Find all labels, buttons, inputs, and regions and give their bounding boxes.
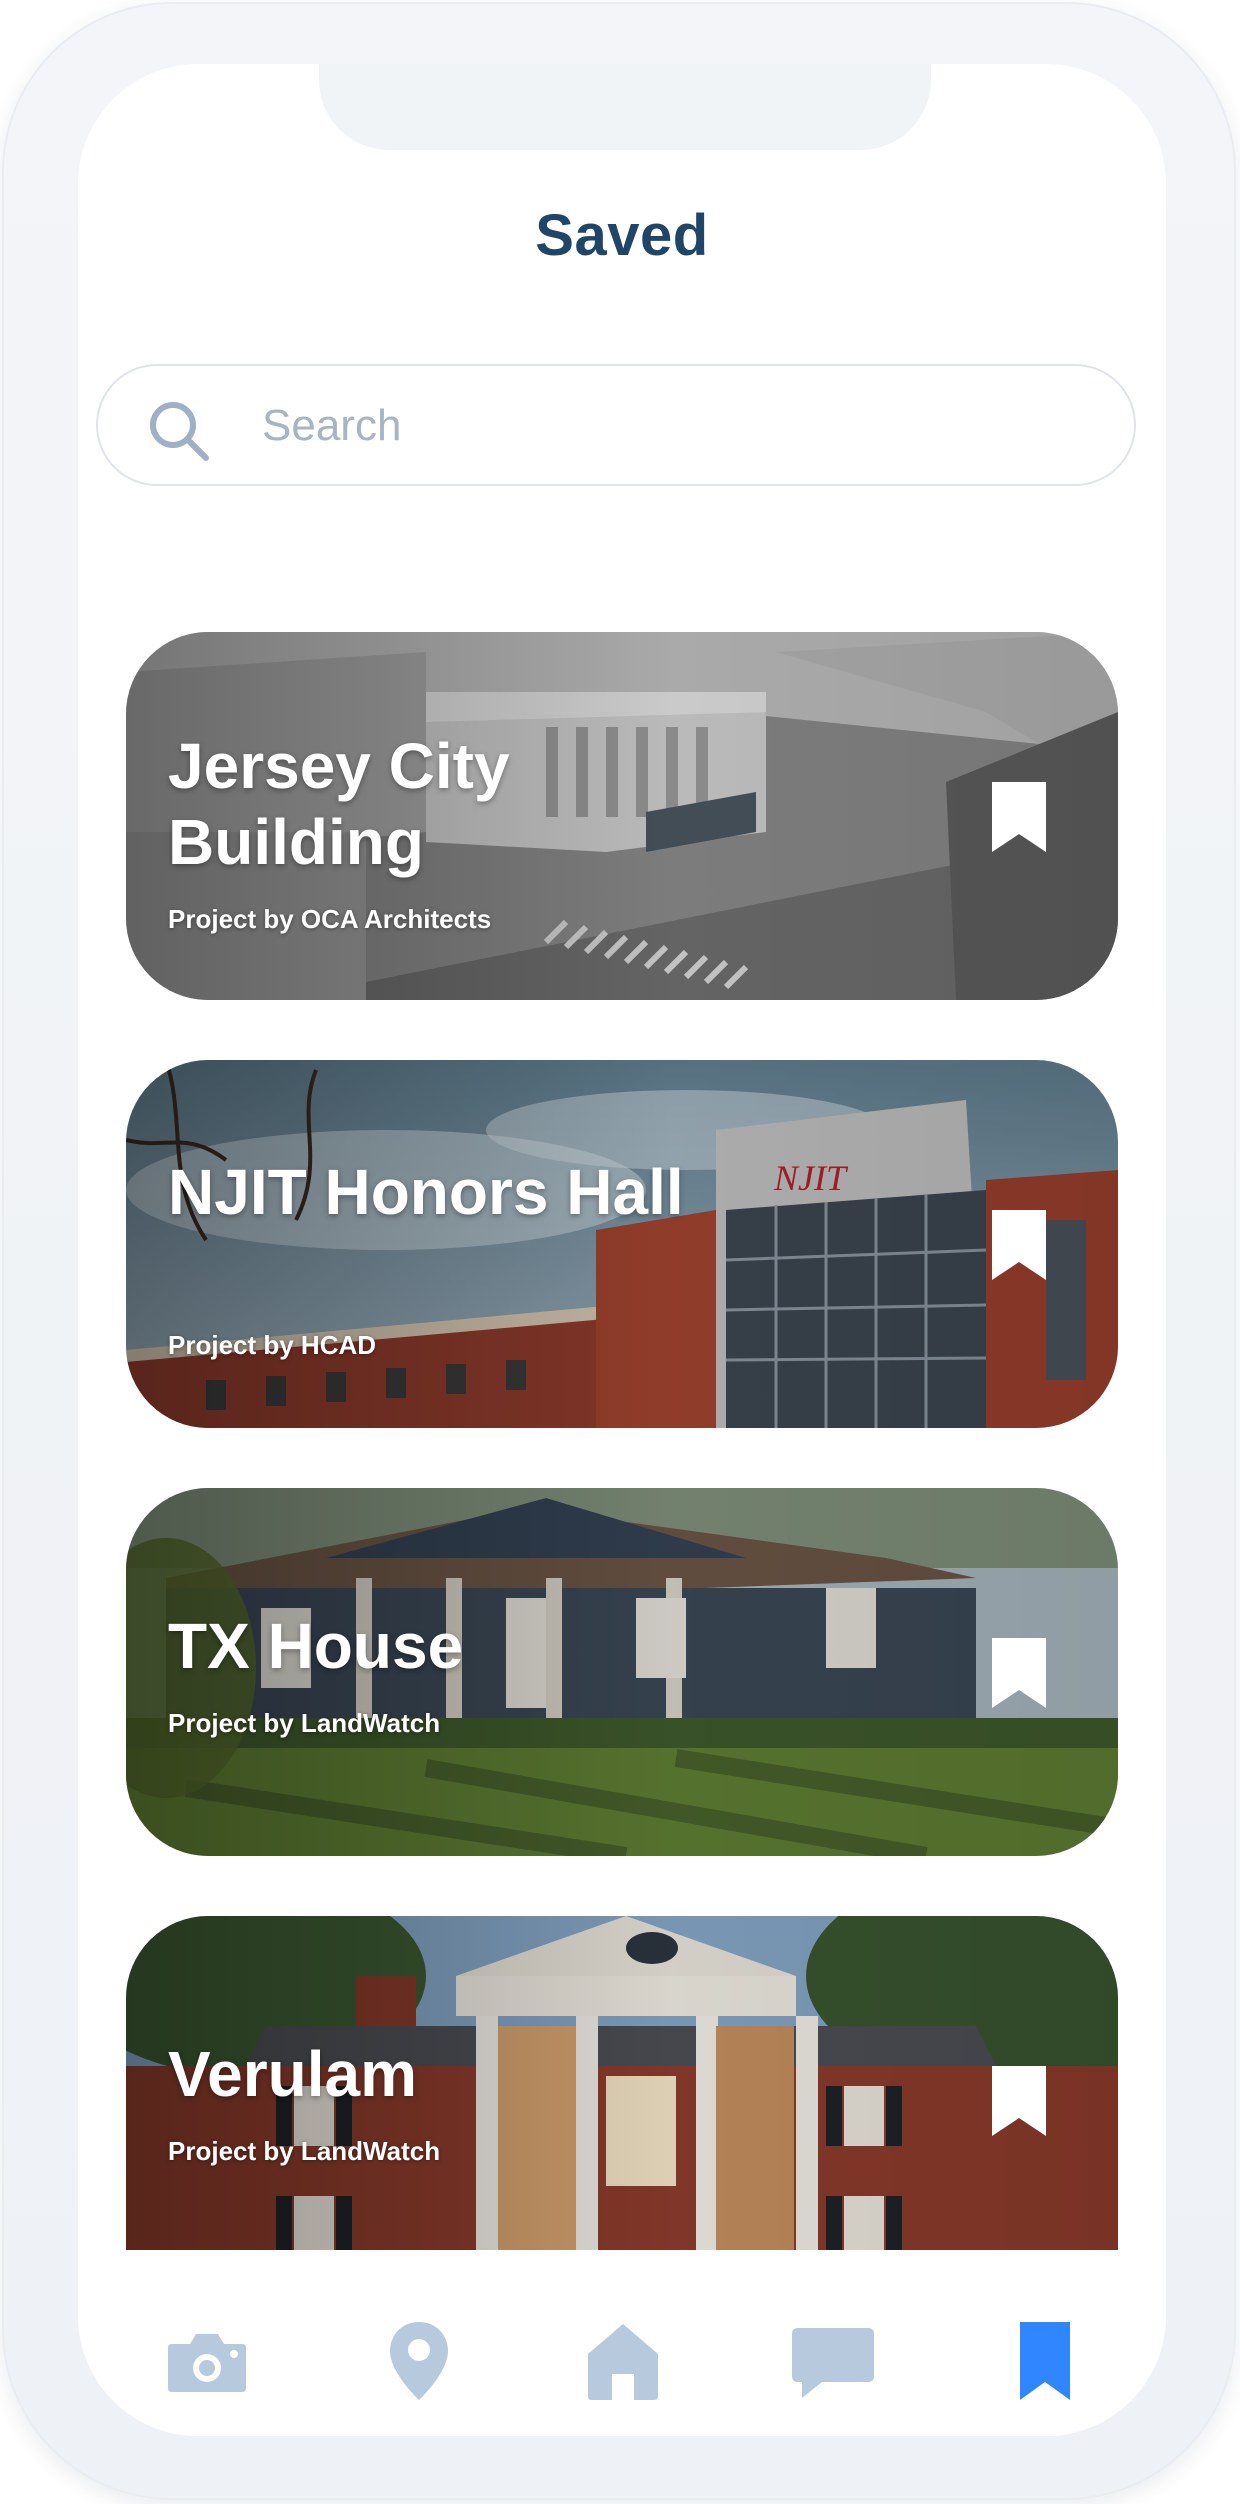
phone-frame: Saved Search Jersey City Building Projec… (2, 2, 1236, 2500)
notch (319, 64, 931, 150)
bookmark-tab-icon[interactable] (1000, 2316, 1090, 2406)
saved-card-tx-house[interactable]: TX House Project by LandWatch (126, 1488, 1118, 1856)
bookmark-icon[interactable] (992, 2066, 1046, 2136)
tab-bar (78, 2250, 1166, 2436)
map-pin-icon[interactable] (374, 2316, 464, 2406)
card-shade (126, 1060, 1118, 1428)
saved-card-njit-honors-hall[interactable]: NJIT NJIT Honors Hall Project by HCAD (126, 1060, 1118, 1428)
chat-icon[interactable] (788, 2316, 878, 2406)
bookmark-icon[interactable] (992, 1638, 1046, 1708)
card-title: NJIT Honors Hall (168, 1156, 684, 1228)
camera-icon[interactable] (162, 2316, 252, 2406)
search-bar[interactable] (96, 364, 1136, 486)
page-title: Saved (535, 203, 709, 268)
card-title: TX House (168, 1610, 464, 1682)
screen: Saved Search Jersey City Building Projec… (78, 64, 1166, 2436)
bookmark-icon[interactable] (992, 1210, 1046, 1280)
home-icon[interactable] (578, 2316, 668, 2406)
search-input[interactable] (260, 394, 1084, 458)
search-icon (150, 402, 209, 461)
card-subtitle: Project by LandWatch (168, 2136, 441, 2166)
card-subtitle: Project by LandWatch (168, 1708, 441, 1738)
saved-card-verulam[interactable]: Verulam Project by LandWatch (126, 1916, 1118, 2286)
saved-card-jersey-city-building[interactable]: Jersey City Building Project by OCA Arch… (126, 632, 1118, 1000)
card-title: Jersey City Building (168, 730, 510, 878)
card-subtitle: Project by OCA Architects (168, 904, 492, 934)
bookmark-icon[interactable] (992, 782, 1046, 852)
card-title: Verulam (168, 2038, 418, 2110)
card-subtitle: Project by HCAD (168, 1330, 377, 1360)
